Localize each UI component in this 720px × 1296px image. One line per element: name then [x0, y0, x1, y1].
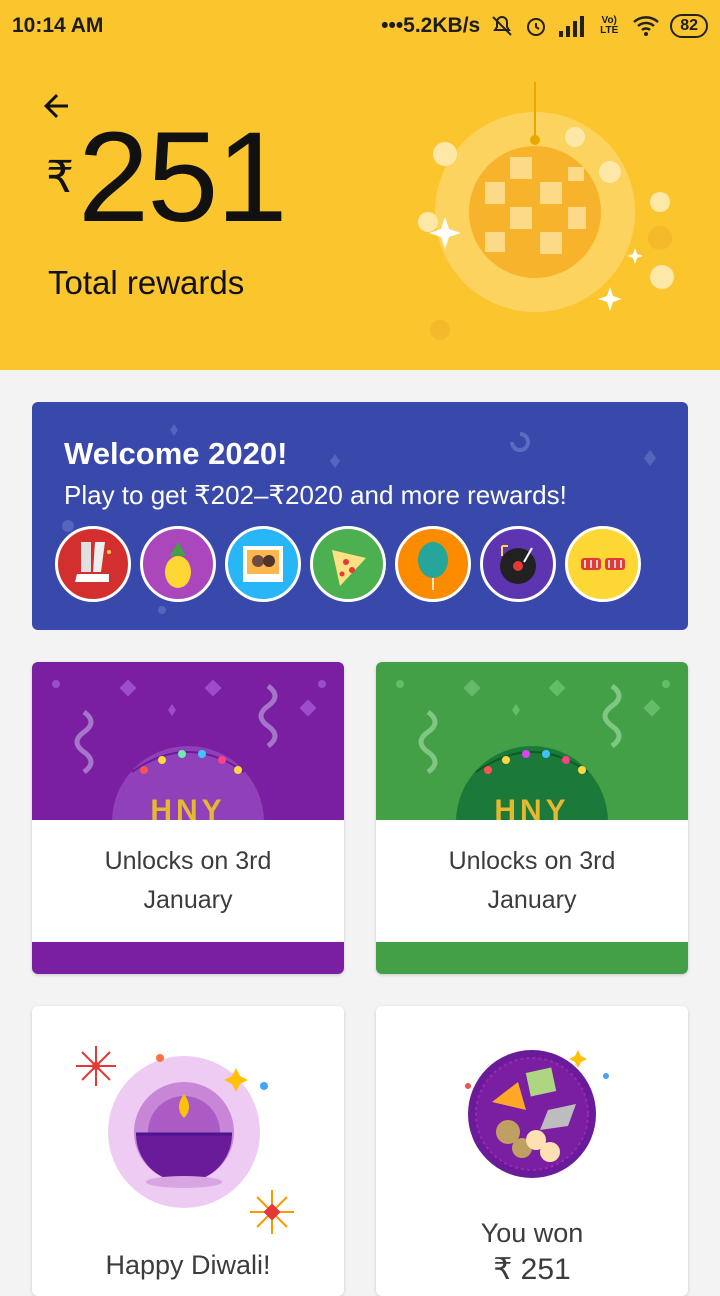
status-bar: 10:14 AM •••5.2KB/s Vo) LTE 82: [0, 0, 720, 52]
locked-card-purple[interactable]: HNY Unlocks on 3rd January: [32, 662, 344, 974]
card-art: HNY: [32, 662, 344, 820]
welcome-title: Welcome 2020!: [64, 436, 288, 471]
party-glasses-icon[interactable]: [565, 526, 641, 602]
status-time: 10:14 AM: [12, 14, 104, 37]
disco-ball-icon: [418, 82, 674, 340]
wifi-icon: [632, 15, 660, 37]
unlock-line2: January: [487, 886, 577, 914]
card-bottom-strip: [376, 942, 688, 974]
card-art-text: HNY: [150, 794, 226, 820]
card-art-text: HNY: [494, 794, 570, 820]
card-bottom-strip: [32, 942, 344, 974]
unlock-line1: Unlocks on 3rd: [104, 847, 272, 875]
locked-card-green[interactable]: HNY Unlocks on 3rd January: [376, 662, 688, 974]
record-icon[interactable]: [480, 526, 556, 602]
you-won-label: You won: [480, 1218, 584, 1248]
diwali-reward-card[interactable]: Happy Diwali!: [32, 1006, 344, 1296]
status-icons: •••5.2KB/s Vo) LTE 82: [381, 14, 708, 38]
rupee-symbol: ₹: [46, 153, 74, 202]
welcome-2020-banner[interactable]: Welcome 2020! Play to get ₹202–₹2020 and…: [32, 402, 688, 630]
dance-shoes-icon[interactable]: [55, 526, 131, 602]
photo-icon[interactable]: [225, 526, 301, 602]
card-art: HNY: [376, 662, 688, 820]
pineapple-icon[interactable]: [140, 526, 216, 602]
network-speed: •••5.2KB/s: [381, 14, 481, 37]
unlock-label: Unlocks on 3rd January: [32, 820, 344, 942]
rewards-header: ₹ 251 Total rewards: [0, 52, 720, 370]
total-amount: ₹ 251: [46, 106, 288, 249]
sticker-row: [55, 526, 641, 602]
welcome-subtitle: Play to get ₹202–₹2020 and more rewards!: [64, 480, 567, 510]
unlock-label: Unlocks on 3rd January: [376, 820, 688, 942]
amount-value: 251: [78, 106, 288, 249]
diya-art: [76, 1046, 294, 1234]
unlock-line2: January: [143, 886, 233, 914]
won-reward-card[interactable]: You won ₹ 251: [376, 1006, 688, 1296]
battery-indicator: 82: [670, 14, 708, 38]
mute-icon: [490, 14, 514, 38]
signal-icon: [558, 15, 586, 37]
lte-icon: Vo) LTE: [600, 15, 619, 36]
diwali-title: Happy Diwali!: [105, 1250, 271, 1280]
sweets-art: [465, 1050, 609, 1178]
alarm-icon: [524, 14, 548, 38]
total-rewards-label: Total rewards: [48, 264, 245, 301]
balloon-icon[interactable]: [395, 526, 471, 602]
unlock-line1: Unlocks on 3rd: [448, 847, 616, 875]
won-amount: ₹ 251: [493, 1253, 571, 1286]
pizza-icon[interactable]: [310, 526, 386, 602]
